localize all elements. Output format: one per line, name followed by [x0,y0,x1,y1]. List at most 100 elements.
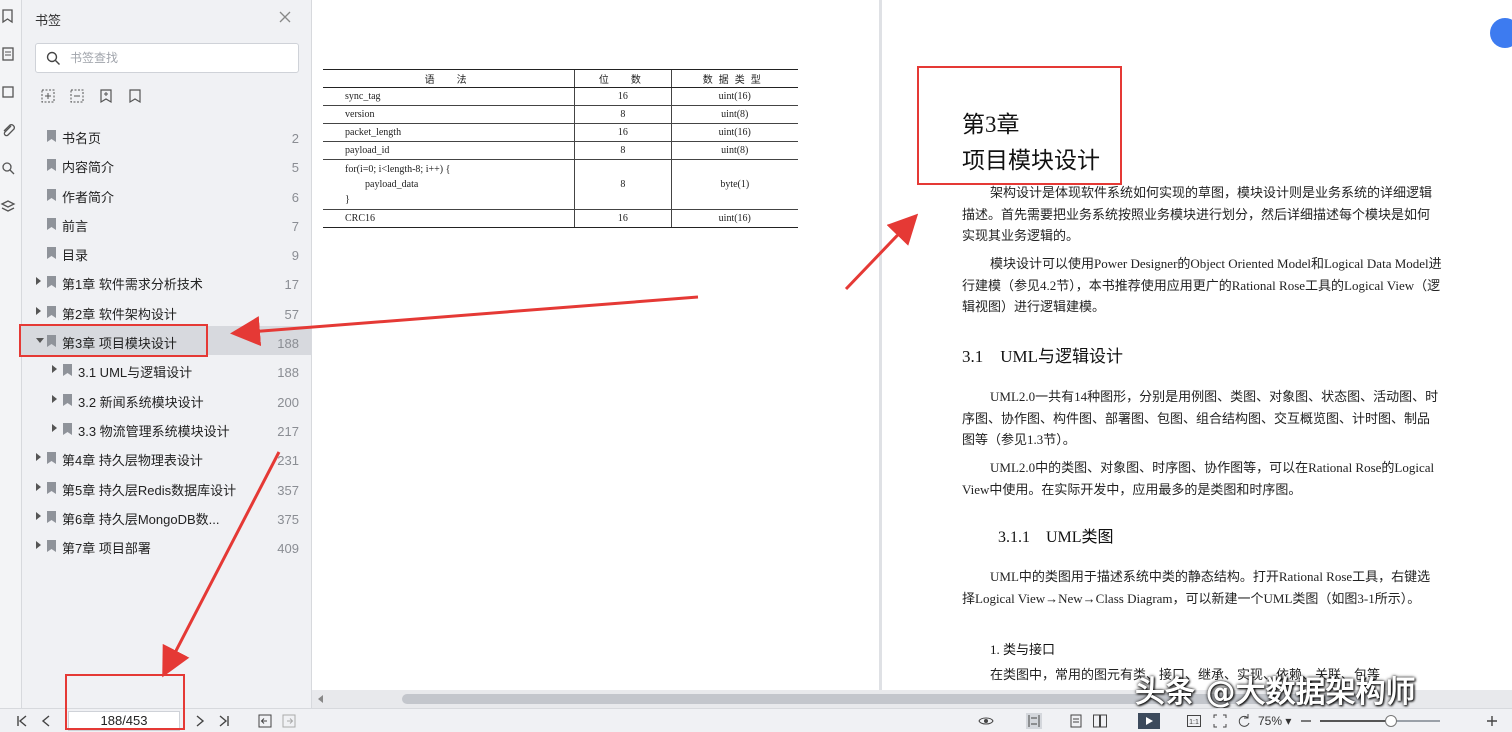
bookmark-item-icon [47,158,56,172]
zoom-slider[interactable] [1320,715,1440,727]
table-cell: sync_tag [323,87,575,106]
page-number-input[interactable]: 188/453 [68,711,180,731]
bookmark-item-icon [47,510,56,523]
bookmark-item-icon [63,393,72,406]
bookmark-item-label: 第2章 软件架构设计 [62,306,177,322]
table-cell: version [323,105,575,124]
bookmark-item[interactable]: 第7章 项目部署 409 [22,531,312,560]
bookmark-item[interactable]: 书名页 2 [22,121,312,150]
minor-heading: 1. 类与接口 [990,642,1056,657]
bookmark-item-icon [47,305,56,318]
first-page-icon[interactable] [14,713,30,729]
bookmark-item-label: 前言 [62,218,89,234]
scroll-left-icon[interactable] [318,695,323,703]
bookmark-item[interactable]: 第1章 软件需求分析技术 17 [22,267,312,296]
zoom-slider-knob[interactable] [1384,715,1397,727]
assistant-button[interactable] [1490,18,1512,48]
bookmark-search[interactable] [35,43,299,73]
play-slideshow-icon[interactable] [1138,713,1160,729]
bookmark-item[interactable]: 第6章 持久层MongoDB数... 375 [22,502,312,531]
bookmark-item[interactable]: 前言 7 [22,209,312,238]
expand-arrow-icon[interactable] [36,277,41,286]
bookmark-item-label: 第7章 项目部署 [62,541,151,557]
close-icon[interactable] [278,10,292,24]
expand-arrow-icon[interactable] [36,541,41,550]
fit-page-icon[interactable] [1212,713,1228,729]
bookmark-item-icon [47,481,56,494]
thumbnail-icon[interactable] [0,46,16,62]
expand-arrow-icon[interactable] [36,482,41,491]
expand-arrow-icon[interactable] [36,511,41,520]
bookmark-item-page: 7 [291,218,299,234]
document-view[interactable]: 语 法位 数数据类型 sync_tag 16 uint(16) version 8 uin… [312,0,1512,708]
table-header: 数据类型 [670,69,798,88]
table-row: packet_length 16 uint(16) [323,123,798,142]
bookmark-item[interactable]: 第2章 软件架构设计 57 [22,297,312,326]
rotate-icon[interactable] [1236,713,1252,729]
layers-icon[interactable] [0,198,16,214]
prev-page-icon[interactable] [38,713,54,729]
continuous-view-icon[interactable] [1026,713,1042,729]
bookmark-item-page: 5 [291,160,299,176]
zoom-in-icon[interactable] [1484,713,1500,729]
zoom-level[interactable]: 75% ▾ [1258,714,1291,728]
syntax-table: 语 法位 数数据类型 sync_tag 16 uint(16) version 8 uin… [323,69,798,228]
page-icon[interactable] [0,84,16,100]
bookmark-item-page: 357 [277,482,299,498]
add-bookmark-icon[interactable] [98,88,114,104]
expand-arrow-icon[interactable] [36,306,41,315]
bookmark-item-page: 375 [277,511,299,527]
bookmark-icon[interactable] [127,88,143,104]
bookmark-item-page: 2 [291,131,299,146]
expand-arrow-icon[interactable] [36,453,41,462]
bookmark-search-input[interactable] [70,49,290,67]
bookmark-item-page: 409 [277,541,299,557]
bookmark-item-page: 231 [277,453,299,469]
table-cell: uint(16) [670,123,798,142]
back-icon[interactable] [257,713,273,729]
bookmark-item-label: 内容简介 [62,160,115,176]
next-page-icon[interactable] [192,713,208,729]
table-cell: for(i=0; i<length-8; i++) { payload_data… [323,159,575,210]
two-page-icon[interactable] [1092,713,1108,729]
bookmark-panel-icon[interactable] [0,8,16,24]
chapter-title: 项目模块设计 [962,148,1100,173]
bookmark-item[interactable]: 3.1 UML与逻辑设计 188 [22,355,312,384]
single-page-icon[interactable] [1068,713,1084,729]
table-header: 位 数 [574,69,672,88]
forward-icon[interactable] [281,713,297,729]
bookmark-item-icon [47,451,56,465]
expand-all-icon[interactable] [40,88,56,104]
table-row: sync_tag 16 uint(16) [323,87,798,106]
bookmark-item-page: 188 [277,365,299,381]
bookmark-item[interactable]: 第5章 持久层Redis数据库设计 357 [22,473,312,502]
bookmark-item[interactable]: 作者简介 6 [22,180,312,209]
paragraph: 模块设计可以使用Power Designer的Object Oriented M… [962,256,1442,314]
zoom-out-icon[interactable] [1298,713,1314,729]
eye-icon[interactable] [978,713,994,729]
bookmark-item[interactable]: 内容简介 5 [22,150,312,179]
bookmark-item-label: 第6章 持久层MongoDB数... [62,511,220,527]
paragraph: UML2.0一共有14种图形，分别是用例图、类图、对象图、状态图、活动图、时序图… [962,389,1439,447]
panel-title: 书签 [35,13,62,28]
collapse-all-icon[interactable] [69,88,85,104]
actual-size-icon[interactable]: 1:1 [1186,713,1202,729]
bookmark-item-label: 第4章 持久层物理表设计 [62,453,203,469]
table-header: 语 法 [323,69,575,88]
expand-arrow-icon[interactable] [52,423,57,432]
table-cell: 16 [574,87,672,106]
bookmark-item-icon [63,422,72,435]
bookmark-item[interactable]: 目录 9 [22,238,312,267]
expand-arrow-icon[interactable] [52,394,57,403]
bookmark-item-page: 6 [291,189,299,205]
bookmark-item-label: 目录 [62,248,89,264]
table-cell: 8 [574,105,672,124]
attachment-icon[interactable] [0,122,16,138]
paragraph: 架构设计是体现软件系统如何实现的草图，模块设计则是业务系统的详细逻辑描述。首先需… [962,185,1433,243]
bookmark-item[interactable]: 第4章 持久层物理表设计 231 [22,443,312,472]
expand-arrow-icon[interactable] [52,365,57,374]
search-rail-icon[interactable] [0,160,16,176]
bookmark-item[interactable]: 3.3 物流管理系统模块设计 217 [22,414,312,443]
last-page-icon[interactable] [216,713,232,729]
bookmark-item[interactable]: 3.2 新闻系统模块设计 200 [22,385,312,414]
